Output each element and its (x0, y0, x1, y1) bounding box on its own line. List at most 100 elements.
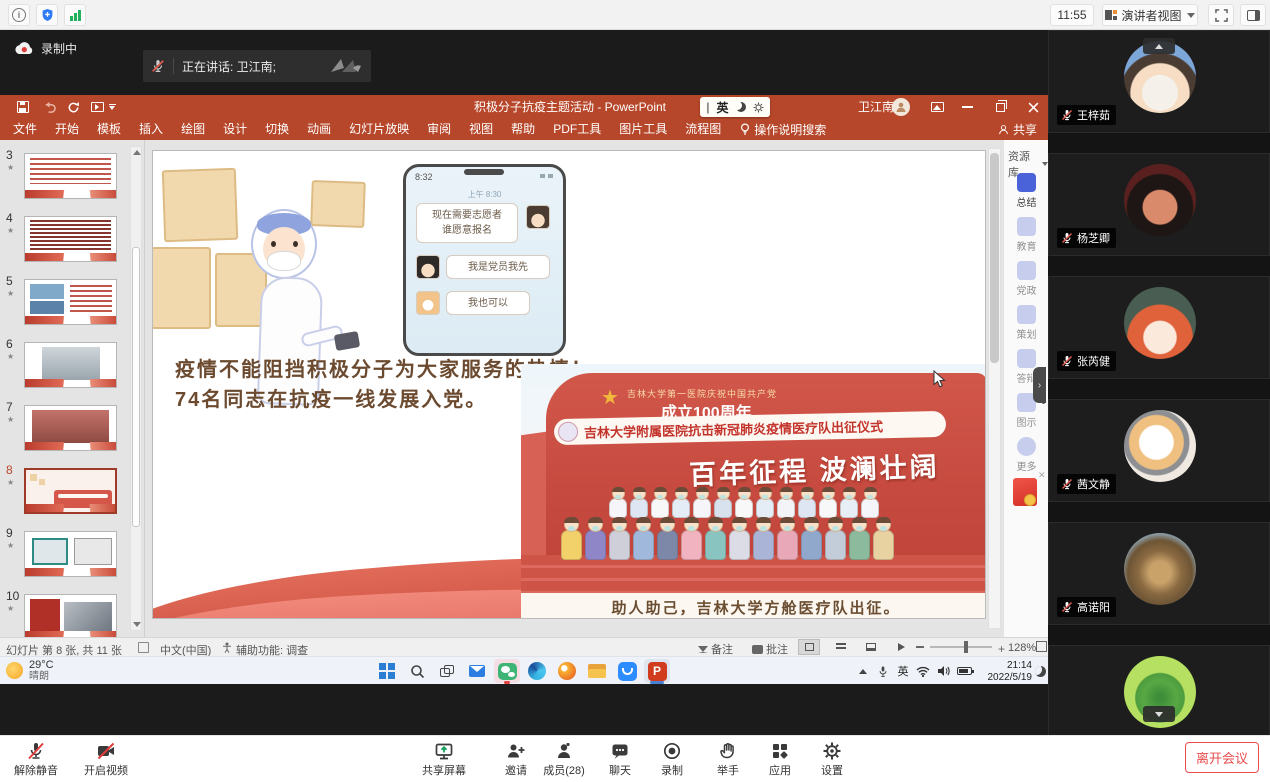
taskbar-mail-button[interactable] (464, 659, 490, 683)
canvas-scrollbar[interactable] (988, 148, 1001, 629)
tab-flowchart[interactable]: 流程图 (676, 119, 730, 140)
panel-item-education-icon[interactable] (1017, 217, 1036, 236)
taskbar-wechat-button[interactable] (494, 659, 520, 683)
tray-volume-icon[interactable] (934, 659, 952, 683)
red-packet-icon[interactable] (1013, 478, 1037, 506)
scroll-participants-up[interactable] (1143, 38, 1175, 54)
meeting-info-icon[interactable]: i (8, 4, 30, 26)
scroll-participants-down[interactable] (1143, 706, 1175, 722)
restore-button[interactable] (985, 95, 1015, 119)
slide-thumbnail-5[interactable] (24, 279, 117, 325)
participant-tile[interactable]: 张芮健 (1048, 276, 1270, 379)
tab-draw[interactable]: 绘图 (172, 119, 214, 140)
panel-collapse-handle[interactable]: › (1033, 367, 1046, 403)
scrollbar-thumb[interactable] (132, 247, 140, 527)
notes-toggle[interactable]: 备注 (698, 641, 733, 657)
tab-pdf-tools[interactable]: PDF工具 (544, 119, 610, 140)
tab-slideshow[interactable]: 幻灯片放映 (340, 119, 418, 140)
tab-home[interactable]: 开始 (46, 119, 88, 140)
scrollbar-thumb[interactable] (990, 153, 999, 363)
account-name[interactable]: 卫江南 (858, 95, 894, 119)
slide-thumbnail-3[interactable] (24, 153, 117, 199)
panel-item-diagram[interactable]: 图示 (1004, 414, 1049, 429)
taskbar-start-button[interactable] (374, 659, 400, 683)
tab-view[interactable]: 视图 (460, 119, 502, 140)
slide-thumbnail-7[interactable] (24, 405, 117, 451)
recording-indicator[interactable]: 录制中 (14, 40, 77, 57)
fit-slide-button[interactable] (1036, 641, 1047, 652)
mute-button[interactable]: 解除静音 (8, 741, 64, 778)
panel-item-planning-icon[interactable] (1017, 305, 1036, 324)
video-button[interactable]: 开启视频 (78, 741, 134, 778)
tray-expand-button[interactable] (854, 659, 872, 683)
tab-design[interactable]: 设计 (214, 119, 256, 140)
zoom-slider-track[interactable] (930, 646, 992, 648)
panel-item-party[interactable]: 党政 (1004, 282, 1049, 297)
taskbar-edge-button[interactable] (524, 659, 550, 683)
qat-more-button[interactable] (104, 95, 120, 119)
zoom-slider-thumb[interactable] (964, 641, 968, 653)
panel-item-party-icon[interactable] (1017, 261, 1036, 280)
apps-button[interactable]: 应用 (752, 741, 808, 778)
participant-tile[interactable]: 高诺阳 (1048, 522, 1270, 625)
zoom-out-button[interactable] (916, 646, 924, 648)
taskbar-powerpoint-button[interactable]: P (644, 659, 670, 683)
tray-battery-icon[interactable] (954, 659, 974, 683)
ime-toolbar[interactable]: | 英 (700, 97, 770, 117)
taskbar-taskview-button[interactable] (434, 659, 460, 683)
taskbar-browser-button[interactable] (554, 659, 580, 683)
tray-clock[interactable]: 21:14 2022/5/19 (976, 660, 1032, 684)
leave-meeting-button[interactable]: 离开会议 (1185, 742, 1259, 773)
slideshow-view-button[interactable] (890, 639, 912, 655)
slide-sorter-view-button[interactable] (830, 639, 852, 655)
settings-button[interactable]: 设置 (804, 741, 860, 778)
thumbnail-scrollbar[interactable] (130, 146, 142, 631)
panel-item-summary[interactable]: 总结 (1004, 194, 1049, 209)
slide-thumbnail-10[interactable] (24, 594, 117, 640)
tab-animations[interactable]: 动画 (298, 119, 340, 140)
tab-transitions[interactable]: 切换 (256, 119, 298, 140)
tell-me-search[interactable]: 操作说明搜索 (740, 121, 826, 138)
tray-mic-icon[interactable] (874, 659, 892, 683)
minimize-button[interactable] (952, 95, 982, 119)
tab-picture-tools[interactable]: 图片工具 (610, 119, 676, 140)
meeting-security-icon[interactable] (36, 4, 58, 26)
comments-toggle[interactable]: 批注 (752, 641, 788, 657)
tray-wifi-icon[interactable] (914, 659, 932, 683)
zoom-in-button[interactable]: + (998, 642, 1005, 656)
account-avatar[interactable] (892, 98, 910, 116)
panel-item-education[interactable]: 教育 (1004, 238, 1049, 253)
share-button[interactable]: 共享 (998, 119, 1037, 140)
panel-item-defense-icon[interactable] (1017, 349, 1036, 368)
members-button[interactable]: 成员(28) (536, 741, 592, 778)
share-screen-button[interactable]: 共享屏幕 (416, 741, 472, 778)
participant-tile[interactable]: 茜文静 (1048, 399, 1270, 502)
ribbon-display-options-button[interactable] (922, 95, 952, 119)
tab-help[interactable]: 帮助 (502, 119, 544, 140)
panel-item-summary-icon[interactable] (1017, 173, 1036, 192)
slide-thumbnail-6[interactable] (24, 342, 117, 388)
taskbar-explorer-button[interactable] (584, 659, 610, 683)
slide-thumbnail-9[interactable] (24, 531, 117, 577)
taskbar-meeting-button[interactable] (614, 659, 640, 683)
slide-thumbnail-8[interactable] (24, 468, 117, 514)
tab-template[interactable]: 模板 (88, 119, 130, 140)
tray-focus-assist-icon[interactable] (1032, 659, 1048, 683)
slide-canvas[interactable]: 8:32 上午 8:30 现在需要志愿者谁愿意报名 我是党员我先 我也可以 (152, 150, 986, 619)
toggle-sidebar-button[interactable] (1240, 4, 1266, 26)
tab-insert[interactable]: 插入 (130, 119, 172, 140)
scroll-down-icon[interactable] (133, 622, 141, 627)
record-button[interactable]: 录制 (644, 741, 700, 778)
zoom-level[interactable]: 128% (1008, 642, 1036, 654)
participant-tile[interactable]: 杨芝卿 (1048, 153, 1270, 256)
close-button[interactable] (1018, 95, 1048, 119)
panel-item-planning[interactable]: 策划 (1004, 326, 1049, 341)
view-mode-selector[interactable]: 演讲者视图 (1102, 4, 1198, 26)
fullscreen-button[interactable] (1208, 4, 1234, 26)
notes-state-icon[interactable] (138, 642, 149, 653)
chat-button[interactable]: 聊天 (592, 741, 648, 778)
red-packet-close-icon[interactable]: ✕ (1038, 470, 1046, 481)
weather-widget[interactable]: 29°C 晴朗 (6, 659, 54, 682)
panel-item-more-icon[interactable] (1017, 437, 1036, 456)
reading-view-button[interactable] (860, 639, 882, 655)
